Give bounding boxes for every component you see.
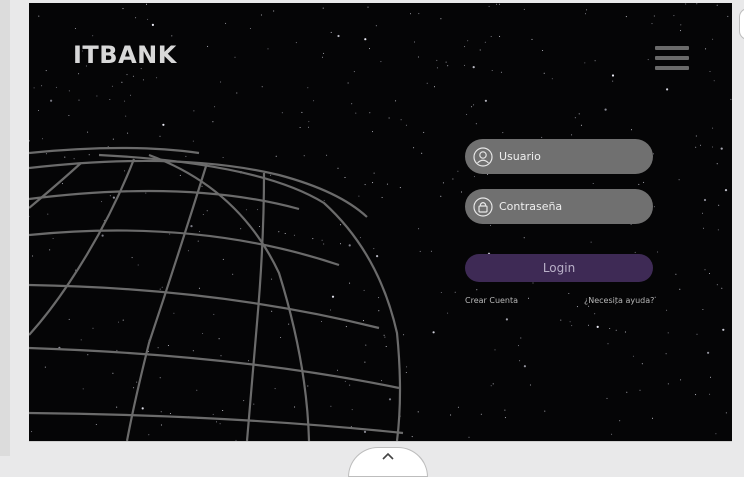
lock-icon: [473, 196, 493, 217]
username-input[interactable]: [497, 149, 651, 164]
user-icon: [473, 146, 493, 167]
viewport-bottom-border: [29, 441, 732, 442]
password-input[interactable]: [497, 199, 651, 214]
hamburger-line: [655, 56, 689, 60]
chevron-up-icon: [382, 452, 394, 460]
login-button[interactable]: Login: [465, 254, 653, 282]
brand-logo[interactable]: ITBANK: [73, 41, 177, 69]
password-field[interactable]: [465, 189, 653, 224]
page-viewport: ITBANK Login Crear Cuenta ¿Necesita ayud…: [29, 3, 732, 441]
window-left-margin: [0, 0, 10, 456]
hamburger-line: [655, 66, 689, 70]
username-field[interactable]: [465, 139, 653, 174]
hamburger-line: [655, 46, 689, 50]
hamburger-menu-icon[interactable]: [655, 46, 689, 72]
side-panel-tab[interactable]: [739, 8, 744, 40]
help-link[interactable]: ¿Necesita ayuda?: [584, 296, 654, 305]
scroll-up-button[interactable]: [348, 447, 428, 477]
create-account-link[interactable]: Crear Cuenta: [465, 296, 518, 305]
